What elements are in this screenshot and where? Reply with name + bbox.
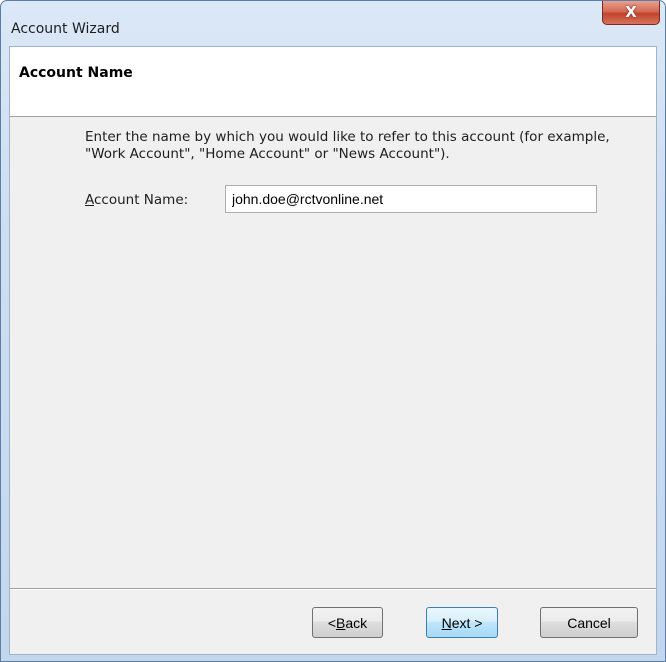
- cancel-button[interactable]: Cancel: [540, 607, 638, 638]
- account-name-label: Account Name:: [85, 192, 188, 208]
- back-button-prefix: <: [327, 614, 337, 631]
- footer-divider: [10, 588, 656, 590]
- title-bar[interactable]: Account Wizard X: [1, 1, 665, 39]
- page-description: Enter the name by which you would like t…: [85, 129, 610, 162]
- close-button[interactable]: X: [602, 1, 660, 25]
- account-wizard-window: Account Wizard X Account Name Enter the …: [0, 0, 666, 662]
- cancel-button-label: Cancel: [567, 614, 611, 631]
- account-name-label-text: ccount Name:: [94, 192, 189, 208]
- next-button[interactable]: Next >: [426, 607, 498, 638]
- account-name-label-accelerator: A: [85, 192, 94, 208]
- window-title: Account Wizard: [11, 21, 120, 37]
- wizard-header-panel: Account Name: [10, 47, 656, 117]
- page-title: Account Name: [19, 65, 133, 81]
- next-button-label: ext >: [451, 614, 483, 631]
- wizard-client-area: Account Name Enter the name by which you…: [9, 46, 657, 655]
- next-button-accelerator: N: [441, 614, 452, 631]
- close-icon: X: [625, 3, 637, 21]
- back-button-label: ack: [345, 614, 368, 631]
- account-name-input[interactable]: [225, 185, 597, 213]
- back-button[interactable]: < Back: [312, 607, 383, 638]
- back-button-accelerator: B: [336, 614, 346, 631]
